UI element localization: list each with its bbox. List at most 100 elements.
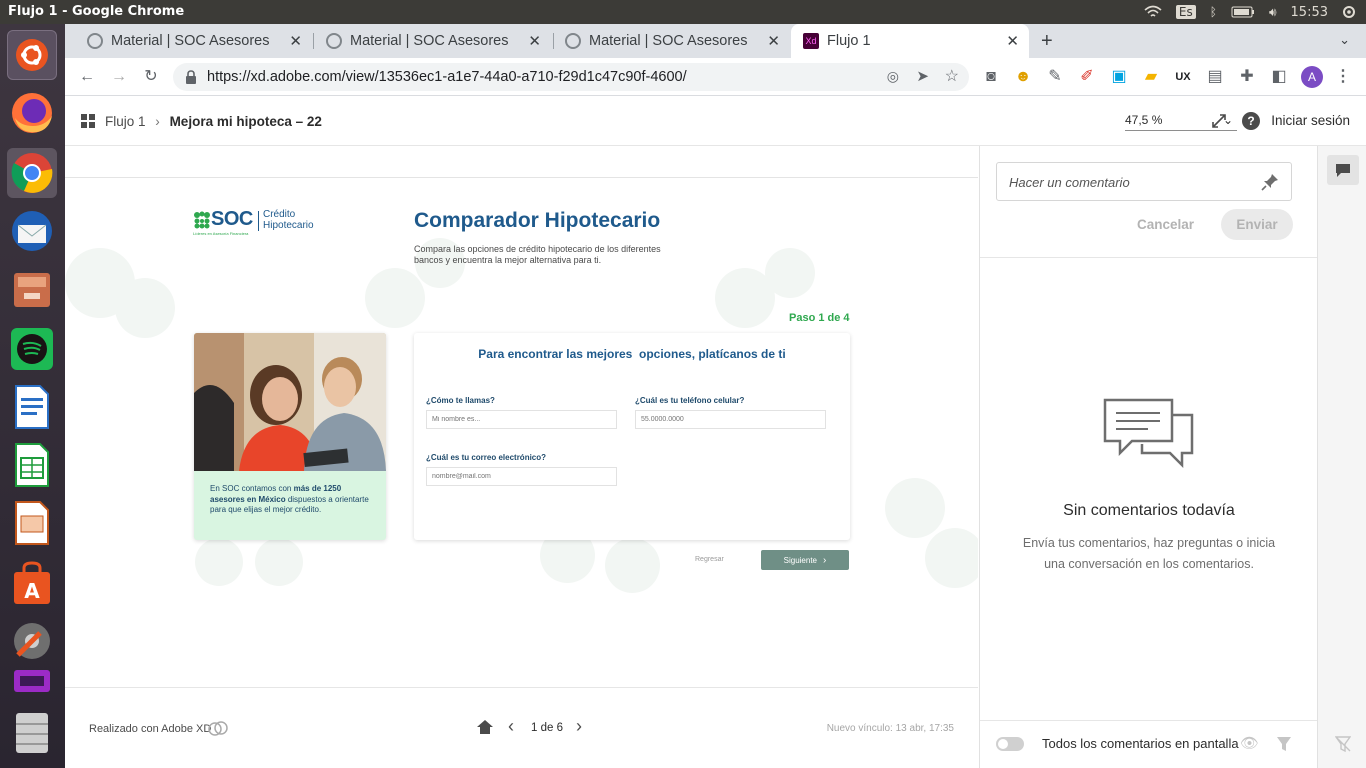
eyedropper-extension-icon[interactable]: ✎	[1045, 67, 1065, 87]
name-input[interactable]	[426, 410, 617, 429]
forward-arrow-icon[interactable]: →	[109, 67, 129, 87]
form-card: Para encontrar las mejores opciones, pla…	[414, 333, 850, 540]
tab-separator	[553, 33, 554, 49]
bluetooth-icon[interactable]: ᛒ	[1210, 5, 1217, 19]
filter-icon[interactable]	[1276, 736, 1292, 752]
back-button[interactable]: Regresar	[695, 556, 724, 563]
camera-extension-icon[interactable]: ◙	[981, 67, 1001, 87]
close-tab-icon[interactable]: ✕	[1006, 32, 1019, 50]
lock-icon[interactable]	[185, 70, 197, 84]
pin-icon[interactable]	[1261, 173, 1279, 191]
ruler-extension-icon[interactable]: ▤	[1205, 67, 1225, 87]
globe-icon	[87, 33, 103, 49]
libreoffice-writer-icon[interactable]	[7, 382, 57, 432]
fullscreen-icon[interactable]	[1211, 113, 1227, 129]
decorative-bubble	[365, 268, 425, 328]
panel-bottom-divider	[980, 720, 1318, 721]
empty-state-line1: Envía tus comentarios, haz preguntas o i…	[1022, 536, 1276, 550]
logo-main: SOC	[211, 208, 253, 230]
keyboard-layout-indicator[interactable]: Es	[1175, 5, 1196, 19]
wifi-icon[interactable]	[1144, 5, 1162, 19]
window-title: Flujo 1 - Google Chrome	[8, 4, 185, 19]
sign-in-button[interactable]: Iniciar sesión	[1271, 113, 1350, 128]
adobe-xd-launcher-icon[interactable]	[7, 666, 57, 696]
chat-bubbles-icon	[1103, 398, 1194, 469]
info-text-pre: En SOC contamos con	[210, 484, 294, 493]
close-tab-icon[interactable]: ✕	[289, 32, 302, 50]
phone-label: ¿Cuál es tu teléfono celular?	[635, 396, 745, 405]
comments-panel: Hacer un comentario Cancelar Enviar Sin …	[979, 146, 1318, 768]
tab-search-chevron-icon[interactable]: ⌄	[1339, 32, 1350, 48]
libreoffice-impress-icon[interactable]	[7, 498, 57, 548]
extensions-puzzle-icon[interactable]: ✚	[1237, 67, 1257, 87]
breadcrumb-current: Mejora mi hipoteca – 22	[169, 114, 322, 129]
send-button[interactable]: Enviar	[1221, 209, 1293, 240]
decorative-bubble	[255, 538, 303, 586]
help-icon[interactable]: ?	[1242, 112, 1260, 130]
breadcrumb-root[interactable]: Flujo 1	[105, 114, 146, 129]
clock[interactable]: 15:53	[1291, 5, 1328, 20]
comments-toggle-button[interactable]	[1327, 155, 1359, 185]
chrome-icon[interactable]	[7, 148, 57, 198]
color-extension-icon[interactable]: ▣	[1109, 67, 1129, 87]
system-settings-icon[interactable]	[7, 616, 57, 666]
power-gear-icon[interactable]	[1342, 5, 1356, 19]
firefox-icon[interactable]	[7, 88, 57, 138]
note-extension-icon[interactable]: ▰	[1141, 67, 1161, 87]
pen-extension-icon[interactable]: ✐	[1077, 67, 1097, 87]
battery-icon[interactable]	[1231, 6, 1255, 18]
previous-page-icon[interactable]: ‹	[508, 716, 514, 737]
volume-icon[interactable]: 🔊︎	[1269, 5, 1277, 20]
next-page-icon[interactable]: ›	[576, 716, 582, 737]
os-top-bar: Flujo 1 - Google Chrome Es ᛒ 🔊︎ 15:53	[0, 0, 1366, 24]
decorative-bubble	[195, 538, 243, 586]
browser-toolbar: ← → ↻ https://xd.adobe.com/view/13536ec1…	[65, 58, 1366, 96]
xd-footer: Realizado con Adobe XD ‹ 1 de 6 › Nuevo …	[65, 687, 978, 768]
show-all-comments-toggle[interactable]	[996, 737, 1024, 751]
collapse-filter-icon[interactable]	[1335, 736, 1351, 752]
browser-tab[interactable]: Material | SOC Asesores ✕	[79, 24, 312, 58]
spotify-icon[interactable]	[7, 324, 57, 374]
phone-input[interactable]	[635, 410, 826, 429]
libreoffice-calc-icon[interactable]	[7, 440, 57, 490]
side-panel-icon[interactable]: ◧	[1269, 67, 1289, 87]
thunderbird-icon[interactable]	[7, 206, 57, 256]
eye-off-icon[interactable]: ◎	[887, 68, 899, 85]
next-button[interactable]: Siguiente ›	[761, 550, 849, 570]
ubuntu-launcher: A	[0, 24, 65, 768]
breadcrumb: Flujo 1 › Mejora mi hipoteca – 22	[105, 114, 322, 129]
software-center-icon[interactable]: A	[7, 558, 57, 608]
comment-input-box[interactable]: Hacer un comentario	[996, 162, 1292, 201]
browser-tab-active[interactable]: Xd Flujo 1 ✕	[791, 24, 1029, 58]
reload-icon[interactable]: ↻	[141, 67, 161, 87]
comment-icon	[1336, 164, 1350, 177]
emoji-extension-icon[interactable]: ☻	[1013, 67, 1033, 87]
ubuntu-dash-icon[interactable]	[7, 30, 57, 80]
address-bar[interactable]: https://xd.adobe.com/view/13536ec1-a1e7-…	[173, 63, 969, 91]
profile-avatar[interactable]: A	[1301, 66, 1323, 88]
cancel-button[interactable]: Cancelar	[1137, 217, 1194, 232]
home-icon[interactable]	[476, 719, 494, 735]
browser-tab[interactable]: Material | SOC Asesores ✕	[557, 24, 790, 58]
browser-tab[interactable]: Material | SOC Asesores ✕	[318, 24, 551, 58]
email-input[interactable]	[426, 467, 617, 486]
decorative-bubble	[925, 528, 978, 588]
send-tab-icon[interactable]: ➤	[916, 67, 929, 85]
bookmark-star-icon[interactable]: ☆	[945, 66, 959, 86]
trash-icon[interactable]	[7, 704, 57, 764]
creative-cloud-icon	[208, 721, 228, 736]
close-tab-icon[interactable]: ✕	[528, 32, 541, 50]
decorative-bubble	[115, 278, 175, 338]
comments-rail	[1317, 146, 1366, 768]
close-tab-icon[interactable]: ✕	[767, 32, 780, 50]
eye-hidden-icon[interactable]: 👁︎	[1240, 734, 1259, 752]
files-icon[interactable]	[7, 264, 57, 314]
new-tab-button[interactable]: +	[1041, 30, 1053, 53]
toggle-label: Todos los comentarios en pantalla	[1042, 736, 1239, 751]
ux-extension-icon[interactable]: UX	[1173, 67, 1193, 87]
logo-sub2: Hipotecario	[263, 220, 314, 231]
tab-separator	[313, 33, 314, 49]
grid-view-icon[interactable]	[81, 114, 95, 128]
browser-menu-icon[interactable]: ⋮	[1333, 67, 1353, 87]
back-arrow-icon[interactable]: ←	[77, 67, 97, 87]
